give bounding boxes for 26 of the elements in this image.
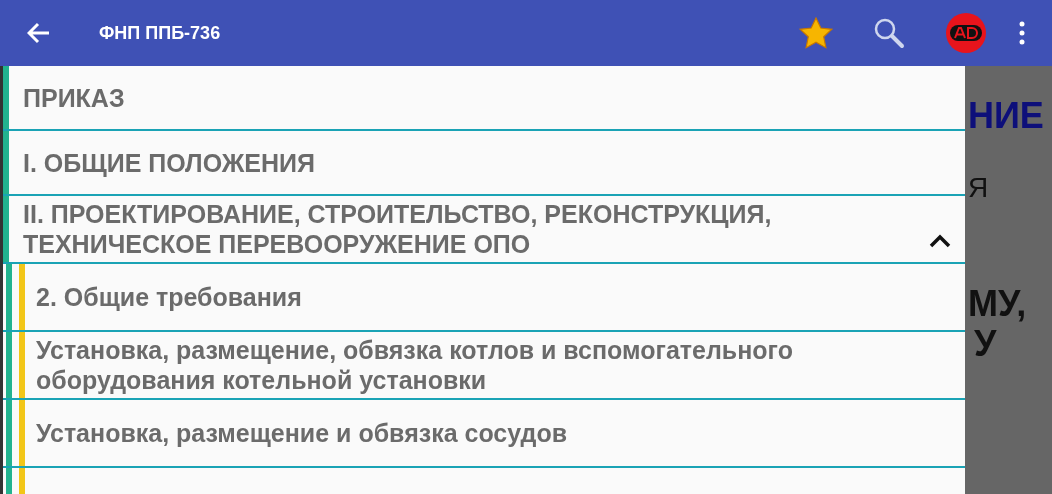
menu-section-label[interactable]: ПРИКАЗ [23,82,125,113]
section-marker [6,332,12,398]
app-title: ФНП ППБ-736 [99,21,221,45]
more-options-icon[interactable] [1019,21,1025,45]
document-text: НИЕ [968,96,1045,136]
search-icon[interactable] [873,17,905,49]
subsection-marker [19,400,25,466]
star-icon[interactable] [799,17,833,49]
menu-item-label[interactable]: Установка, размещение, обвязка котлов и вспомогательного оборудования котельной установки [36,335,836,395]
section-marker [6,400,12,466]
menu-section-label[interactable]: I. ОБЩИЕ ПОЛОЖЕНИЯ [23,147,316,178]
section-marker [6,264,12,330]
menu-item-label[interactable]: Установка, размещение и обвязка сосудов [36,418,568,448]
menu-item-label[interactable]: 2. Общие требования [36,282,302,312]
menu-section-label[interactable]: II. ПРОЕКТИРОВАНИЕ, СТРОИТЕЛЬСТВО, РЕКОНСТРУКЦИЯ, ТЕХНИЧЕСКОЕ ПЕРЕВООРУЖЕНИЕ ОПО [23,199,823,259]
section-marker [3,196,9,262]
document-text: Я [968,172,990,204]
section-marker [3,66,9,129]
subsection-marker [19,332,25,398]
section-marker [3,131,9,194]
chevron-up-icon[interactable] [929,234,951,248]
document-text: У [974,324,998,364]
ad-badge-icon[interactable] [945,12,987,54]
document-text: МУ, [968,284,1028,324]
subsection-marker [19,264,25,330]
back-arrow-icon[interactable] [27,22,51,44]
